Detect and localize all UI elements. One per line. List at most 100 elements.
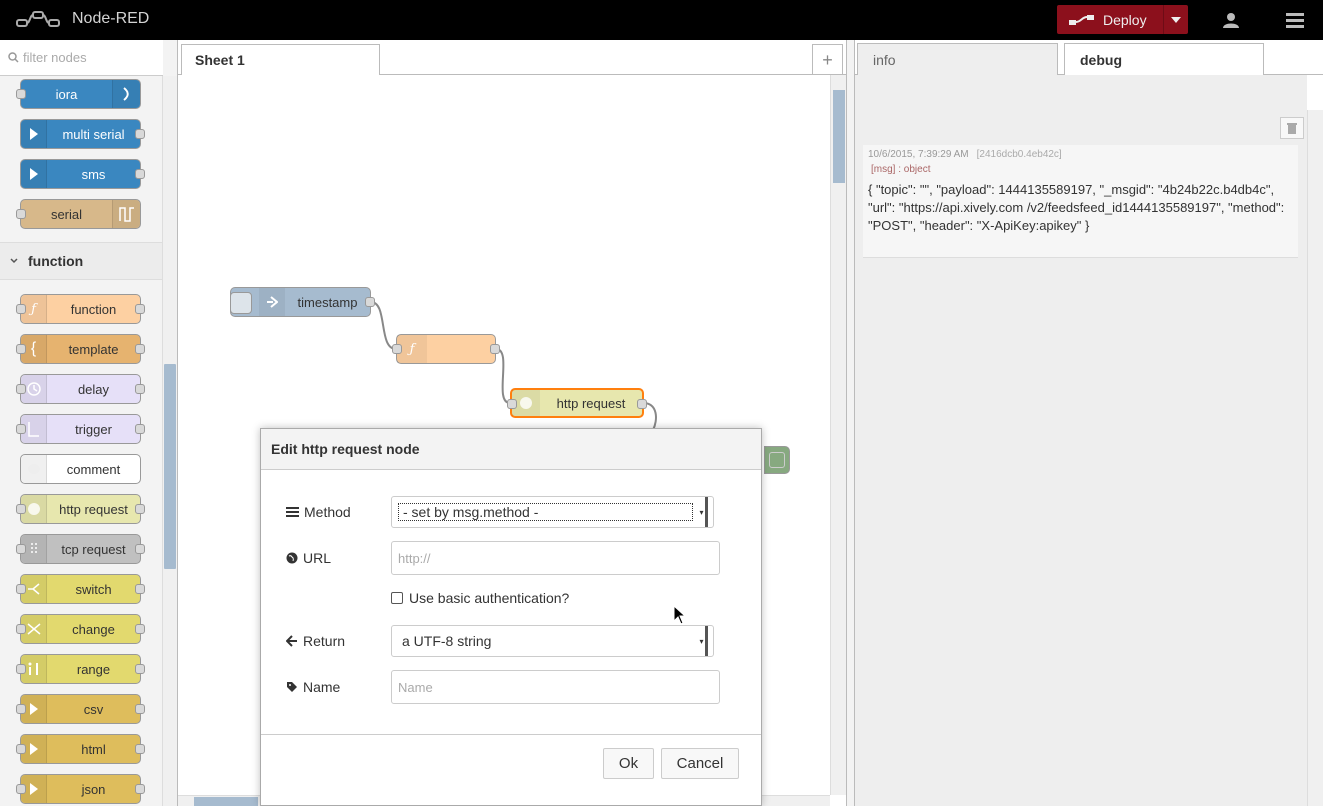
- node-output-port[interactable]: [365, 297, 375, 307]
- palette-filter-input[interactable]: filter nodes: [0, 40, 163, 76]
- node-input-port: [16, 304, 26, 314]
- main-menu-button[interactable]: [1280, 8, 1310, 32]
- palette-node-serial[interactable]: serial: [16, 199, 141, 229]
- node-output-port[interactable]: [490, 344, 500, 354]
- hamburger-menu-icon: [1286, 13, 1304, 28]
- node-input-port: [16, 344, 26, 354]
- palette-node-template[interactable]: { template: [16, 334, 145, 364]
- node-input-port: [16, 504, 26, 514]
- palette-filter-placeholder: filter nodes: [23, 50, 87, 65]
- palette-node-label: template: [68, 341, 119, 357]
- palette-node-tcp-request[interactable]: tcp request: [16, 534, 145, 564]
- palette-node-csv[interactable]: csv: [16, 694, 145, 724]
- palette-node-label: http request: [59, 501, 128, 517]
- palette-node-comment[interactable]: comment: [20, 454, 141, 484]
- method-select[interactable]: - set by msg.method - ▾: [391, 496, 714, 528]
- palette-node-function[interactable]: ƒ function: [16, 294, 145, 324]
- node-output-port[interactable]: [637, 399, 647, 409]
- caret-down-icon: [1171, 16, 1181, 23]
- node-input-port: [16, 89, 26, 99]
- palette-node-json[interactable]: json: [16, 774, 145, 804]
- inject-arrow-icon: [259, 288, 285, 316]
- node-output-port: [135, 664, 145, 674]
- palette-node-trigger[interactable]: trigger: [16, 414, 145, 444]
- palette-node-http-request[interactable]: http request: [16, 494, 145, 524]
- palette-node-label: switch: [75, 581, 112, 597]
- flow-node-function[interactable]: ƒ: [392, 334, 500, 364]
- basic-auth-checkbox[interactable]: [391, 592, 403, 604]
- clear-debug-button[interactable]: [1280, 117, 1304, 139]
- flow-node-timestamp[interactable]: timestamp: [230, 287, 375, 317]
- palette-node-sms[interactable]: sms: [20, 159, 145, 189]
- dialog-footer: Ok Cancel: [261, 734, 761, 805]
- mouse-cursor-icon: [673, 605, 687, 625]
- deploy-menu-caret[interactable]: [1163, 5, 1188, 34]
- palette-scroll-thumb[interactable]: [164, 364, 176, 569]
- node-red-logo-icon: [16, 11, 60, 27]
- palette-node-label: iora: [55, 86, 78, 102]
- debug-panel: 10/6/2015, 7:39:29 AM [2416dcb0.4eb42c] […: [855, 75, 1307, 806]
- node-input-port: [16, 544, 26, 554]
- palette-node-label: change: [72, 621, 115, 637]
- workspace-tabs: Sheet 1 +: [178, 40, 846, 75]
- sidebar-scrollbar[interactable]: [1307, 110, 1323, 806]
- palette-node-range[interactable]: range: [16, 654, 145, 684]
- globe-icon: [286, 552, 298, 564]
- deploy-label: Deploy: [1103, 11, 1147, 28]
- flow-node-debug[interactable]: [764, 446, 790, 474]
- arrow-right-icon: [21, 120, 47, 148]
- palette-node-delay[interactable]: delay: [16, 374, 145, 404]
- chevron-down-icon: [10, 258, 18, 264]
- inject-button[interactable]: [230, 292, 252, 314]
- return-label-text: Return: [303, 633, 346, 649]
- canvas-vscroll-thumb[interactable]: [833, 90, 845, 183]
- tab-debug[interactable]: debug: [1064, 43, 1264, 75]
- url-row: URL http://: [286, 541, 720, 575]
- palette-node-change[interactable]: change: [16, 614, 145, 644]
- node-output-port: [135, 129, 145, 139]
- node-input-port: [16, 584, 26, 594]
- arrow-left-icon: [286, 635, 297, 647]
- canvas-hscroll-thumb[interactable]: [194, 797, 258, 806]
- palette-node-iora[interactable]: iora: [16, 79, 141, 109]
- tab-sheet-1[interactable]: Sheet 1: [181, 44, 380, 75]
- node-input-port[interactable]: [507, 399, 517, 409]
- palette-scrollbar[interactable]: [162, 76, 177, 806]
- debug-message: 10/6/2015, 7:39:29 AM [2416dcb0.4eb42c] […: [863, 145, 1298, 258]
- basic-auth-label[interactable]: Use basic authentication?: [409, 590, 569, 606]
- palette-node-multi-serial[interactable]: multi serial: [20, 119, 145, 149]
- user-button[interactable]: [1215, 8, 1247, 32]
- ok-button[interactable]: Ok: [603, 748, 654, 779]
- sidebar-separator[interactable]: [846, 40, 855, 806]
- add-tab-button[interactable]: +: [812, 44, 843, 75]
- node-input-port[interactable]: [392, 344, 402, 354]
- name-label-text: Name: [303, 679, 341, 695]
- app-logo: Node-RED: [16, 9, 149, 29]
- url-input[interactable]: http://: [391, 541, 720, 575]
- palette-node-label: delay: [77, 381, 110, 397]
- deploy-button[interactable]: Deploy: [1057, 5, 1188, 34]
- debug-payload: { "topic": "", "payload": 1444135589197,…: [868, 182, 1285, 233]
- url-label: URL: [286, 550, 391, 566]
- palette-category-function[interactable]: function: [0, 242, 162, 280]
- debug-toggle-button[interactable]: [769, 452, 785, 468]
- debug-message-meta: 10/6/2015, 7:39:29 AM [2416dcb0.4eb42c]: [868, 149, 1293, 160]
- canvas-vertical-scrollbar[interactable]: [830, 75, 846, 795]
- node-input-port: [16, 744, 26, 754]
- debug-node-id[interactable]: [2416dcb0.4eb42c]: [977, 149, 1062, 160]
- node-input-port: [16, 704, 26, 714]
- node-output-port: [135, 584, 145, 594]
- tab-info[interactable]: info: [857, 43, 1058, 75]
- node-input-port: [16, 664, 26, 674]
- palette-node-html[interactable]: html: [16, 734, 145, 764]
- cancel-button[interactable]: Cancel: [661, 748, 739, 779]
- flow-node-http-request[interactable]: http request: [507, 388, 647, 418]
- caret-down-icon: ▾: [698, 497, 708, 527]
- basic-auth-row: Use basic authentication?: [391, 590, 569, 606]
- name-input[interactable]: Name: [391, 670, 720, 704]
- node-output-port: [135, 704, 145, 714]
- flow-node-label: timestamp: [297, 294, 358, 310]
- palette-node-switch[interactable]: switch: [16, 574, 145, 604]
- return-select[interactable]: a UTF-8 string ▾: [391, 625, 714, 657]
- deploy-icon: [1069, 14, 1094, 25]
